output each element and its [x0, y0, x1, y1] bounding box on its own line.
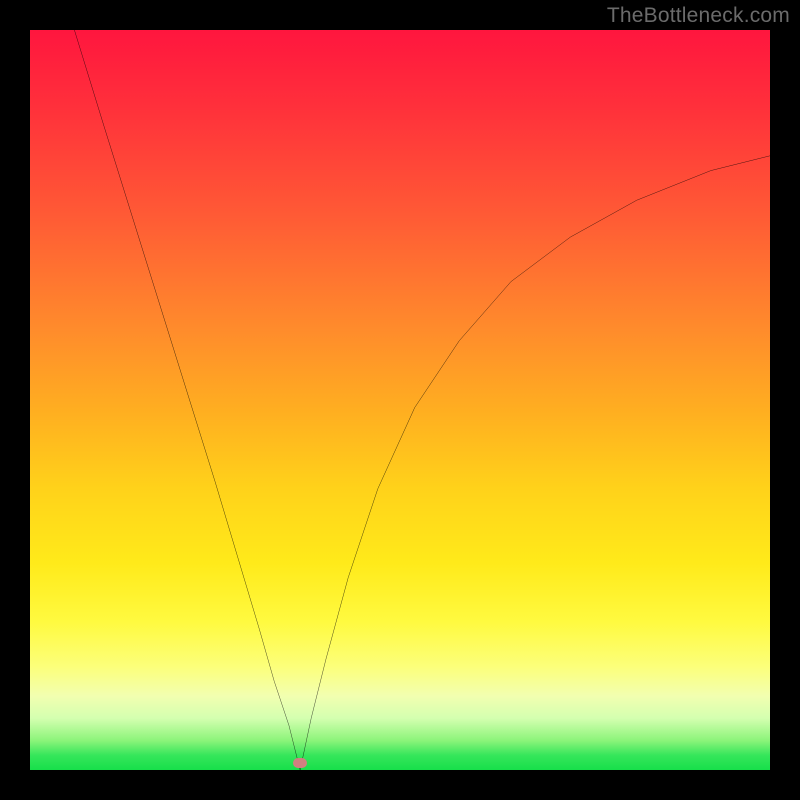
- optimal-point-marker: [293, 758, 307, 768]
- watermark-text: TheBottleneck.com: [607, 4, 790, 28]
- bottleneck-curve: [30, 30, 770, 770]
- chart-area: [30, 30, 770, 770]
